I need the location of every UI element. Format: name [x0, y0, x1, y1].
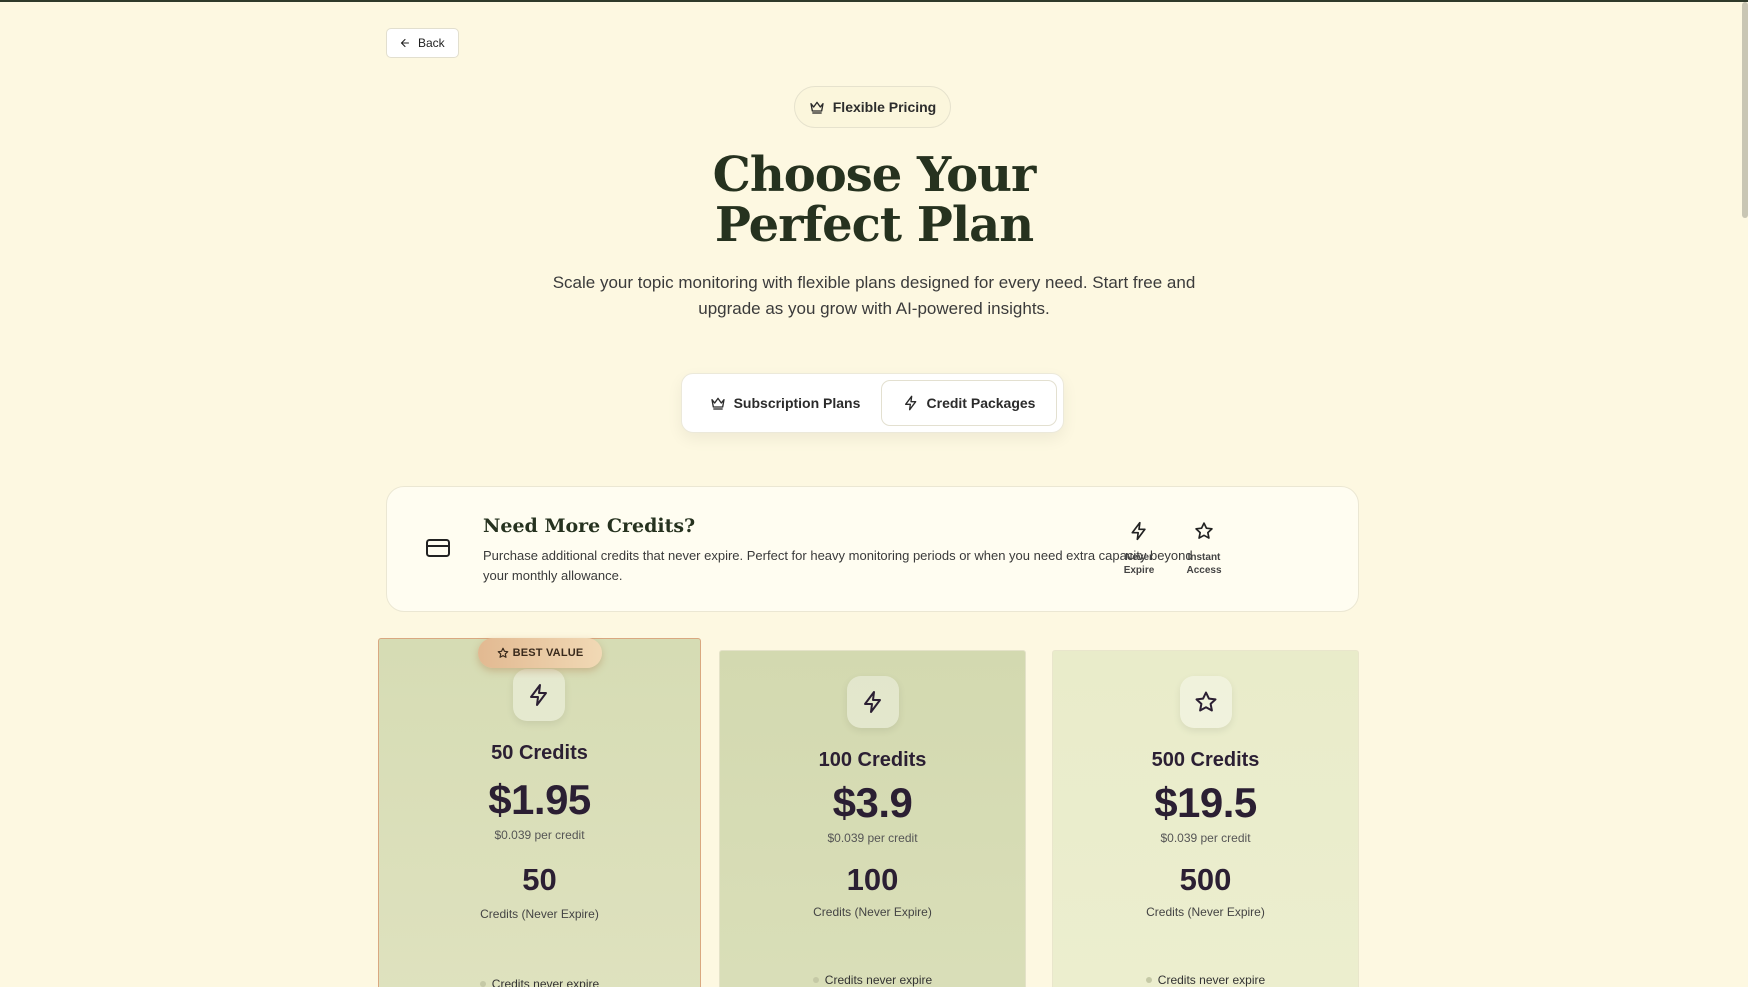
best-value-label: BEST VALUE	[512, 647, 584, 659]
package-feature-item: Credits never expire	[1053, 973, 1358, 987]
package-card-100[interactable]: 100 Credits $3.9 $0.039 per credit 100 C…	[719, 650, 1026, 987]
page-subtitle-line2: upgrade as you grow with AI-powered insi…	[698, 299, 1050, 318]
package-feature-item: Credits never expire	[379, 977, 700, 987]
lightning-icon	[864, 691, 881, 713]
lightning-icon	[530, 684, 547, 706]
crown-icon	[810, 101, 824, 114]
package-name: 500 Credits	[1151, 749, 1260, 771]
lightning-icon	[1131, 521, 1146, 541]
package-icon-container	[1180, 676, 1232, 728]
arrow-left-icon	[400, 38, 410, 48]
back-button-label: Back	[418, 36, 445, 50]
tab-credit-packages[interactable]: Credit Packages	[881, 380, 1057, 426]
feature-never-expire: Never Expire	[1109, 521, 1169, 577]
package-credit-count-label: Credits (Never Expire)	[1146, 905, 1265, 919]
plan-type-tabs: Subscription Plans Credit Packages	[681, 373, 1064, 433]
back-button[interactable]: Back	[386, 28, 459, 58]
feature-line1: Never	[1125, 552, 1153, 563]
best-value-badge: BEST VALUE	[478, 638, 602, 668]
page-title: Choose Your Perfect Plan	[0, 150, 1748, 250]
package-feature-label: Credits never expire	[491, 977, 600, 987]
package-credit-count: 100	[846, 862, 899, 897]
tab-credit-label: Credit Packages	[926, 395, 1036, 411]
package-feature-label: Credits never expire	[824, 973, 933, 987]
package-per-credit: $0.039 per credit	[827, 831, 918, 845]
package-card-50[interactable]: 50 Credits $1.95 $0.039 per credit 50 Cr…	[378, 638, 701, 987]
package-price: $1.95	[488, 776, 591, 823]
package-credit-count: 500	[1179, 862, 1232, 897]
package-per-credit: $0.039 per credit	[494, 828, 585, 842]
pill-label: Flexible Pricing	[832, 99, 937, 115]
star-icon	[497, 647, 508, 658]
bullet-dot	[1145, 977, 1152, 983]
lightning-icon	[904, 395, 916, 411]
page-subtitle: Scale your topic monitoring with flexibl…	[0, 270, 1748, 322]
star-icon	[1195, 522, 1213, 539]
package-per-credit: $0.039 per credit	[1160, 831, 1251, 845]
feature-line2: Expire	[1123, 565, 1155, 576]
flexible-pricing-pill: Flexible Pricing	[794, 86, 951, 128]
package-icon-container	[847, 676, 899, 728]
credit-card-icon	[426, 539, 450, 557]
package-credit-count-label: Credits (Never Expire)	[480, 907, 599, 921]
info-title: Need More Credits?	[483, 515, 696, 537]
package-icon-container	[513, 669, 565, 721]
info-description: Purchase additional credits that never e…	[483, 548, 1193, 583]
star-icon	[1195, 691, 1217, 712]
page-title-line2: Perfect Plan	[714, 197, 1034, 253]
crown-icon	[710, 397, 725, 410]
package-card-500[interactable]: 500 Credits $19.5 $0.039 per credit 500 …	[1052, 650, 1359, 987]
package-feature-item: Credits never expire	[720, 973, 1025, 987]
bullet-dot	[479, 981, 486, 987]
need-more-credits-card: Need More Credits? Purchase additional c…	[386, 486, 1359, 612]
page-subtitle-line1: Scale your topic monitoring with flexibl…	[552, 273, 1196, 292]
page-title-line1: Choose Your	[712, 147, 1037, 203]
tab-subscription-label: Subscription Plans	[733, 395, 861, 411]
package-price: $19.5	[1154, 779, 1257, 826]
package-name: 50 Credits	[491, 742, 588, 764]
pricing-page: Back Flexible Pricing Choose Your Perfec…	[0, 0, 1748, 987]
tab-subscription-plans[interactable]: Subscription Plans	[690, 380, 880, 426]
feature-line1: Instant	[1187, 552, 1221, 563]
package-credit-count: 50	[522, 862, 557, 897]
feature-line2: Access	[1186, 565, 1222, 576]
package-name: 100 Credits	[818, 749, 927, 771]
package-price: $3.9	[832, 779, 913, 826]
package-credit-count-label: Credits (Never Expire)	[813, 905, 932, 919]
bullet-dot	[812, 977, 819, 983]
package-feature-label: Credits never expire	[1157, 973, 1266, 987]
feature-instant-access: Instant Access	[1174, 521, 1234, 577]
